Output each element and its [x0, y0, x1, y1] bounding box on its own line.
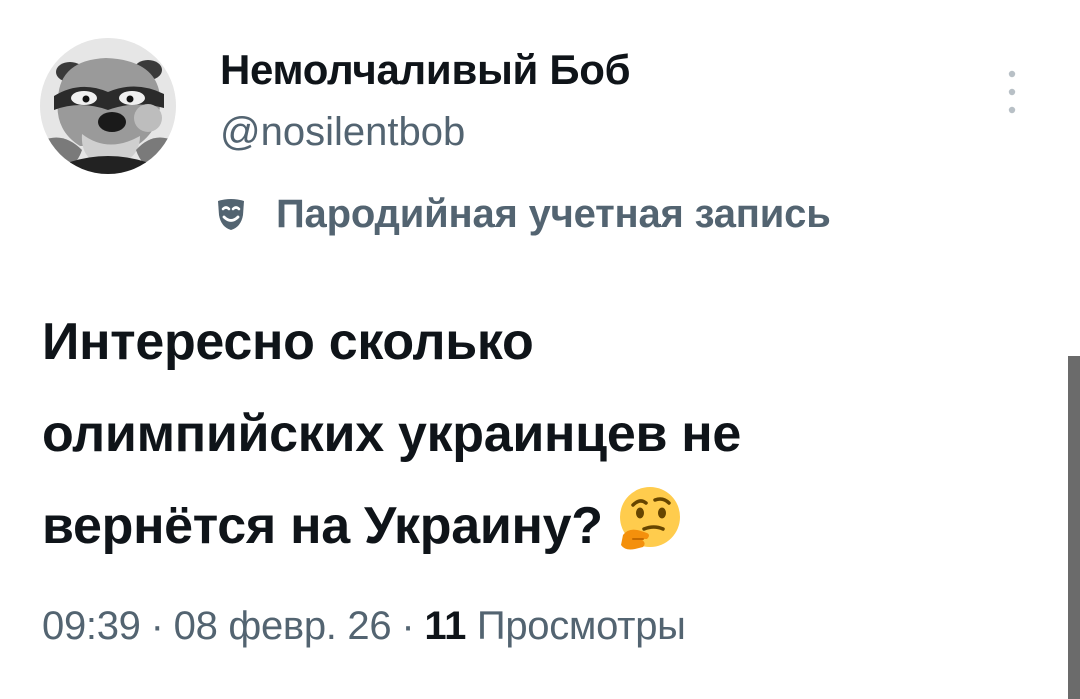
tweet-meta: 09:39 · 08 февр. 26 · 11 Просмотры	[42, 604, 686, 649]
user-handle[interactable]: @nosilentbob	[220, 110, 465, 155]
meta-separator: ·	[150, 604, 164, 648]
tweet-line-text: вернётся на Украину?	[42, 497, 603, 555]
tweet-line: Интересно сколько	[42, 313, 534, 371]
tweet-time[interactable]: 09:39	[42, 604, 141, 648]
tweet-date[interactable]: 08 февр. 26	[174, 604, 392, 648]
tweet-line: олимпийских украинцев не	[42, 405, 741, 463]
parody-label: Пародийная учетная запись	[276, 191, 831, 236]
views-count[interactable]: 11	[424, 604, 466, 648]
scrollbar[interactable]	[1068, 356, 1080, 699]
theater-mask-icon	[218, 199, 244, 230]
thinking-face-emoji-icon	[619, 487, 680, 550]
avatar[interactable]	[40, 38, 176, 174]
parody-account-badge: Пародийная учетная запись	[216, 186, 831, 242]
display-name[interactable]: Немолчаливый Боб	[220, 46, 631, 94]
views-label: Просмотры	[476, 604, 686, 648]
tweet-text: Интересно сколько олимпийских украинцев …	[42, 296, 1002, 572]
meerkat-avatar-icon	[40, 38, 176, 174]
meta-separator: ·	[401, 604, 415, 648]
more-options-icon[interactable]	[1000, 66, 1024, 118]
tweet-line-last: вернётся на Украину?	[42, 480, 1002, 572]
